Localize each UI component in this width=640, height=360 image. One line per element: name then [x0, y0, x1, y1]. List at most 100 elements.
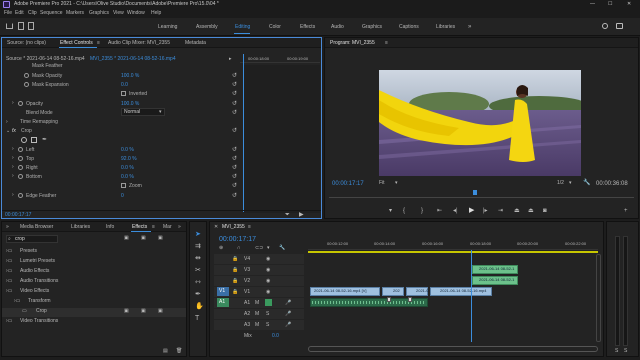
solo-button[interactable]: S: [266, 323, 269, 328]
reset-icon[interactable]: ↺: [232, 101, 237, 107]
reset-icon[interactable]: ↺: [232, 193, 237, 199]
reset-icon[interactable]: ↺: [232, 183, 237, 189]
type-tool-icon[interactable]: T: [195, 315, 199, 322]
panel-menu-icon[interactable]: ≡: [385, 41, 388, 46]
timeline-scrollbar[interactable]: [308, 346, 598, 352]
fx-icon[interactable]: fx: [12, 129, 16, 134]
stopwatch-icon[interactable]: [18, 165, 23, 170]
crop-right-value[interactable]: 0.0 %: [121, 166, 134, 171]
stopwatch-icon[interactable]: [18, 156, 23, 161]
32bit-effects-icon[interactable]: ▣: [141, 236, 146, 241]
mix-value[interactable]: 0.0: [272, 334, 279, 339]
reset-icon[interactable]: ↺: [232, 82, 237, 88]
crop-top-value[interactable]: 92.0 %: [121, 157, 137, 162]
expand-arrow-icon[interactable]: ›: [12, 101, 14, 106]
tab-source[interactable]: Source: (no clips): [7, 41, 46, 46]
timeline-playhead[interactable]: [471, 250, 472, 342]
stopwatch-icon[interactable]: [18, 193, 23, 198]
eye-icon[interactable]: ◉: [266, 257, 270, 262]
menu-file[interactable]: File: [4, 11, 12, 16]
effects-search-input[interactable]: [6, 235, 58, 243]
workspace-tab-graphics[interactable]: Graphics: [362, 25, 382, 30]
home-icon[interactable]: [6, 23, 13, 29]
slip-tool-icon[interactable]: ⇿: [195, 279, 201, 286]
reset-icon[interactable]: ↺: [232, 91, 237, 97]
sequence-clip-label[interactable]: MVI_2355 * 2021-06-14 08-52-16.mp4: [90, 57, 176, 62]
speech-bubble-icon[interactable]: [616, 23, 623, 29]
track-label-a3[interactable]: A3: [244, 323, 250, 328]
menu-markers[interactable]: Markers: [66, 11, 84, 16]
tab-info[interactable]: Info: [106, 225, 114, 230]
reset-icon[interactable]: ↺: [232, 110, 237, 116]
marker-icon[interactable]: ▾: [389, 208, 392, 214]
go-to-out-icon[interactable]: ⇥: [498, 208, 503, 214]
solo-button[interactable]: S: [624, 349, 627, 354]
menu-window[interactable]: Window: [127, 11, 145, 16]
zoom-checkbox[interactable]: [121, 183, 126, 188]
linked-selection-icon[interactable]: ⊂⊃: [255, 246, 263, 251]
track-label-v4[interactable]: V4: [244, 257, 250, 262]
yuv-effects-icon[interactable]: ▣: [158, 236, 163, 241]
program-monitor-title[interactable]: Program: MVI_2355: [330, 41, 375, 46]
wrench-icon[interactable]: 🔧: [583, 180, 590, 186]
menu-help[interactable]: Help: [151, 11, 161, 16]
filter-icon[interactable]: ⏷: [285, 212, 290, 218]
search-icon[interactable]: [602, 23, 608, 29]
sequence-tab[interactable]: MVI_2355: [222, 225, 245, 230]
pen-icon[interactable]: ✒: [42, 137, 47, 143]
menu-clip[interactable]: Clip: [28, 11, 37, 16]
panel-menu-icon[interactable]: ≡: [248, 225, 251, 230]
tab-metadata[interactable]: Metadata: [185, 41, 206, 46]
mark-out-icon[interactable]: }: [421, 208, 423, 214]
workspace-tab-audio[interactable]: Audio: [331, 25, 344, 30]
workspace-tab-effects[interactable]: Effects: [300, 25, 315, 30]
timeline-settings-icon[interactable]: 🔧: [279, 246, 285, 251]
reset-icon[interactable]: ↺: [232, 165, 237, 171]
crop-bottom-value[interactable]: 0.0 %: [121, 175, 134, 180]
voiceover-mic-icon[interactable]: 🎤: [285, 312, 291, 317]
menu-graphics[interactable]: Graphics: [89, 11, 109, 16]
step-forward-icon[interactable]: |▸: [483, 208, 488, 214]
timeline-timecode[interactable]: 00:00:17:17: [219, 236, 256, 243]
resolution-select[interactable]: 1/2: [557, 181, 564, 186]
extract-icon[interactable]: ⏏: [528, 208, 534, 214]
stopwatch-icon[interactable]: [24, 73, 29, 78]
lock-icon[interactable]: 🔒: [232, 279, 238, 284]
tab-media-browser[interactable]: Media Browser: [20, 225, 53, 230]
workspace-tab-learning[interactable]: Learning: [158, 25, 177, 30]
import-icon[interactable]: [18, 22, 24, 30]
transition-marker[interactable]: [408, 297, 412, 302]
eye-icon[interactable]: ◉: [266, 279, 270, 284]
lock-icon[interactable]: 🔒: [232, 268, 238, 273]
reset-icon[interactable]: ↺: [232, 128, 237, 134]
new-bin-icon[interactable]: ▤: [163, 349, 168, 354]
stopwatch-icon[interactable]: [18, 147, 23, 152]
vertical-scrollbar[interactable]: [596, 254, 601, 342]
tab-menu-icon[interactable]: ≡: [97, 41, 100, 46]
expand-arrow-icon[interactable]: ›: [12, 165, 14, 170]
reset-icon[interactable]: ↺: [232, 147, 237, 153]
panel-collapse-icon[interactable]: »: [6, 225, 9, 230]
ellipse-mask-icon[interactable]: [21, 137, 27, 143]
eye-icon[interactable]: ◉: [266, 268, 270, 273]
reset-icon[interactable]: ↺: [232, 156, 237, 162]
play-icon[interactable]: ▶: [469, 207, 474, 214]
razor-tool-icon[interactable]: ✂: [195, 267, 201, 274]
selection-tool-icon[interactable]: ➤: [195, 231, 201, 238]
solo-button[interactable]: S: [266, 312, 269, 317]
solo-button[interactable]: S: [615, 349, 618, 354]
lock-icon[interactable]: 🔒: [232, 257, 238, 262]
track-label-a2[interactable]: A2: [244, 312, 250, 317]
track-label-a1[interactable]: A1: [244, 301, 250, 306]
program-timecode[interactable]: 00:00:17:17: [332, 181, 364, 187]
collapse-arrow-icon[interactable]: ▸: [229, 57, 232, 62]
go-to-in-icon[interactable]: ⇤: [437, 208, 442, 214]
workspace-tab-color[interactable]: Color: [269, 25, 281, 30]
maximize-button[interactable]: ☐: [608, 2, 612, 7]
track-label-v1[interactable]: V1: [244, 290, 250, 295]
lift-icon[interactable]: ⏏: [514, 208, 520, 214]
add-button-icon[interactable]: +: [624, 208, 628, 214]
tab-libraries[interactable]: Libraries: [71, 225, 90, 230]
tab-markers[interactable]: Mar: [163, 225, 172, 230]
menu-sequence[interactable]: Sequence: [40, 11, 63, 16]
